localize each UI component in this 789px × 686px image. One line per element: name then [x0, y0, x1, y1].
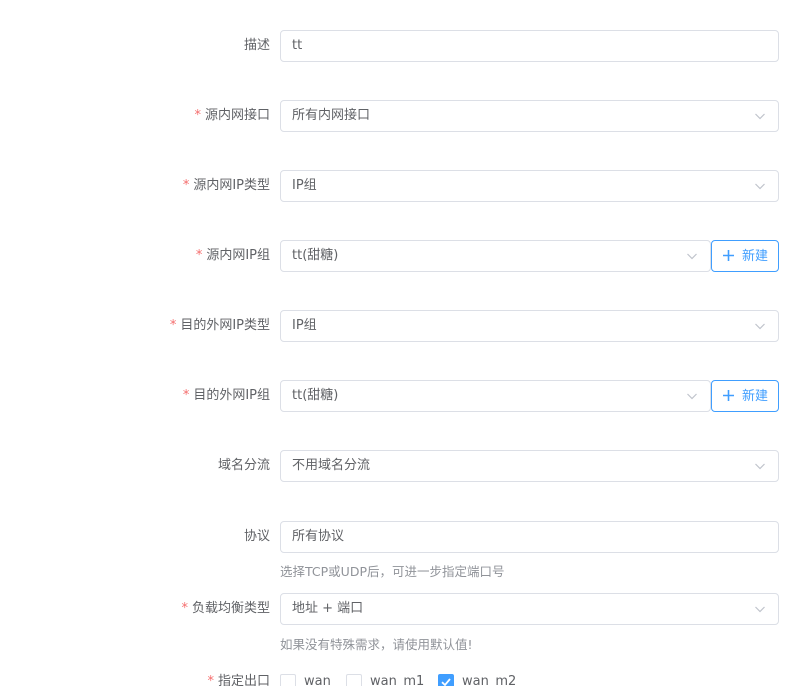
outlet-label: * 指定出口 [0, 672, 270, 686]
lb-type-hint: 如果没有特殊需求，请使用默认值! [280, 637, 473, 652]
source-interface-select[interactable]: 所有内网接口 [280, 100, 779, 132]
dest-ip-type-value: IP组 [292, 318, 317, 333]
plus-icon [723, 390, 734, 401]
new-dest-ip-group-button[interactable]: 新建 [711, 380, 779, 412]
description-value: tt [292, 38, 303, 53]
domain-split-label: 域名分流 [217, 458, 270, 473]
description-input[interactable]: tt [280, 30, 779, 62]
dest-ip-group-label: * 目的外网IP组 [182, 388, 270, 403]
dest-ip-type-label: * 目的外网IP类型 [169, 318, 270, 333]
chevron-down-icon [755, 183, 765, 190]
chevron-down-icon [755, 463, 765, 470]
description-label: 描述 [243, 38, 270, 53]
required-mark: * [194, 108, 201, 123]
protocol-hint: 选择TCP或UDP后，可进一步指定端口号 [280, 564, 505, 579]
chevron-down-icon [687, 393, 697, 400]
lb-type-select[interactable]: 地址 + 端口 [280, 593, 779, 625]
domain-split-select[interactable]: 不用域名分流 [280, 450, 779, 482]
lb-type-value: 地址 + 端口 [292, 601, 364, 616]
chevron-down-icon [755, 323, 765, 330]
source-interface-label: * 源内网接口 [194, 108, 270, 123]
new-source-ip-group-button[interactable]: 新建 [711, 240, 779, 272]
protocol-label: 协议 [243, 529, 270, 544]
required-mark: * [195, 248, 203, 263]
chevron-down-icon [687, 253, 697, 260]
check-icon [441, 678, 451, 686]
chevron-down-icon [755, 113, 765, 120]
outlet-checkbox-group: wan wan_m1 wan_m2 [280, 672, 780, 686]
checkbox-box-checked[interactable] [438, 674, 454, 686]
dest-ip-type-select[interactable]: IP组 [280, 310, 779, 342]
source-ip-group-label: * 源内网IP组 [195, 248, 270, 263]
dest-ip-group-select[interactable]: tt(甜糖) [280, 380, 711, 412]
policy-route-form: 描述 tt * 源内网接口 所有内网接口 * 源内网IP类型 IP组 * 源内网IP组… [0, 0, 789, 686]
required-mark: * [182, 178, 190, 193]
plus-icon [723, 250, 734, 261]
required-mark: * [182, 388, 190, 403]
checkbox-box[interactable] [346, 674, 362, 686]
source-ip-type-value: IP组 [292, 178, 317, 193]
required-mark: * [169, 318, 177, 333]
required-mark: * [181, 601, 188, 616]
row-outlet: * 指定出口 wan wan_m1 wan_m2 [0, 672, 789, 686]
chevron-down-icon [755, 606, 765, 613]
protocol-value: 所有协议 [292, 529, 345, 544]
source-ip-group-value: tt(甜糖) [292, 248, 339, 263]
dest-ip-group-value: tt(甜糖) [292, 388, 339, 403]
domain-split-value: 不用域名分流 [292, 458, 371, 473]
protocol-select[interactable]: 所有协议 [280, 521, 779, 553]
checkbox-box[interactable] [280, 674, 296, 686]
lb-type-label: * 负载均衡类型 [181, 601, 270, 616]
source-interface-value: 所有内网接口 [292, 108, 371, 123]
required-mark: * [207, 674, 214, 686]
source-ip-type-label: * 源内网IP类型 [182, 178, 270, 193]
source-ip-type-select[interactable]: IP组 [280, 170, 779, 202]
source-ip-group-select[interactable]: tt(甜糖) [280, 240, 711, 272]
